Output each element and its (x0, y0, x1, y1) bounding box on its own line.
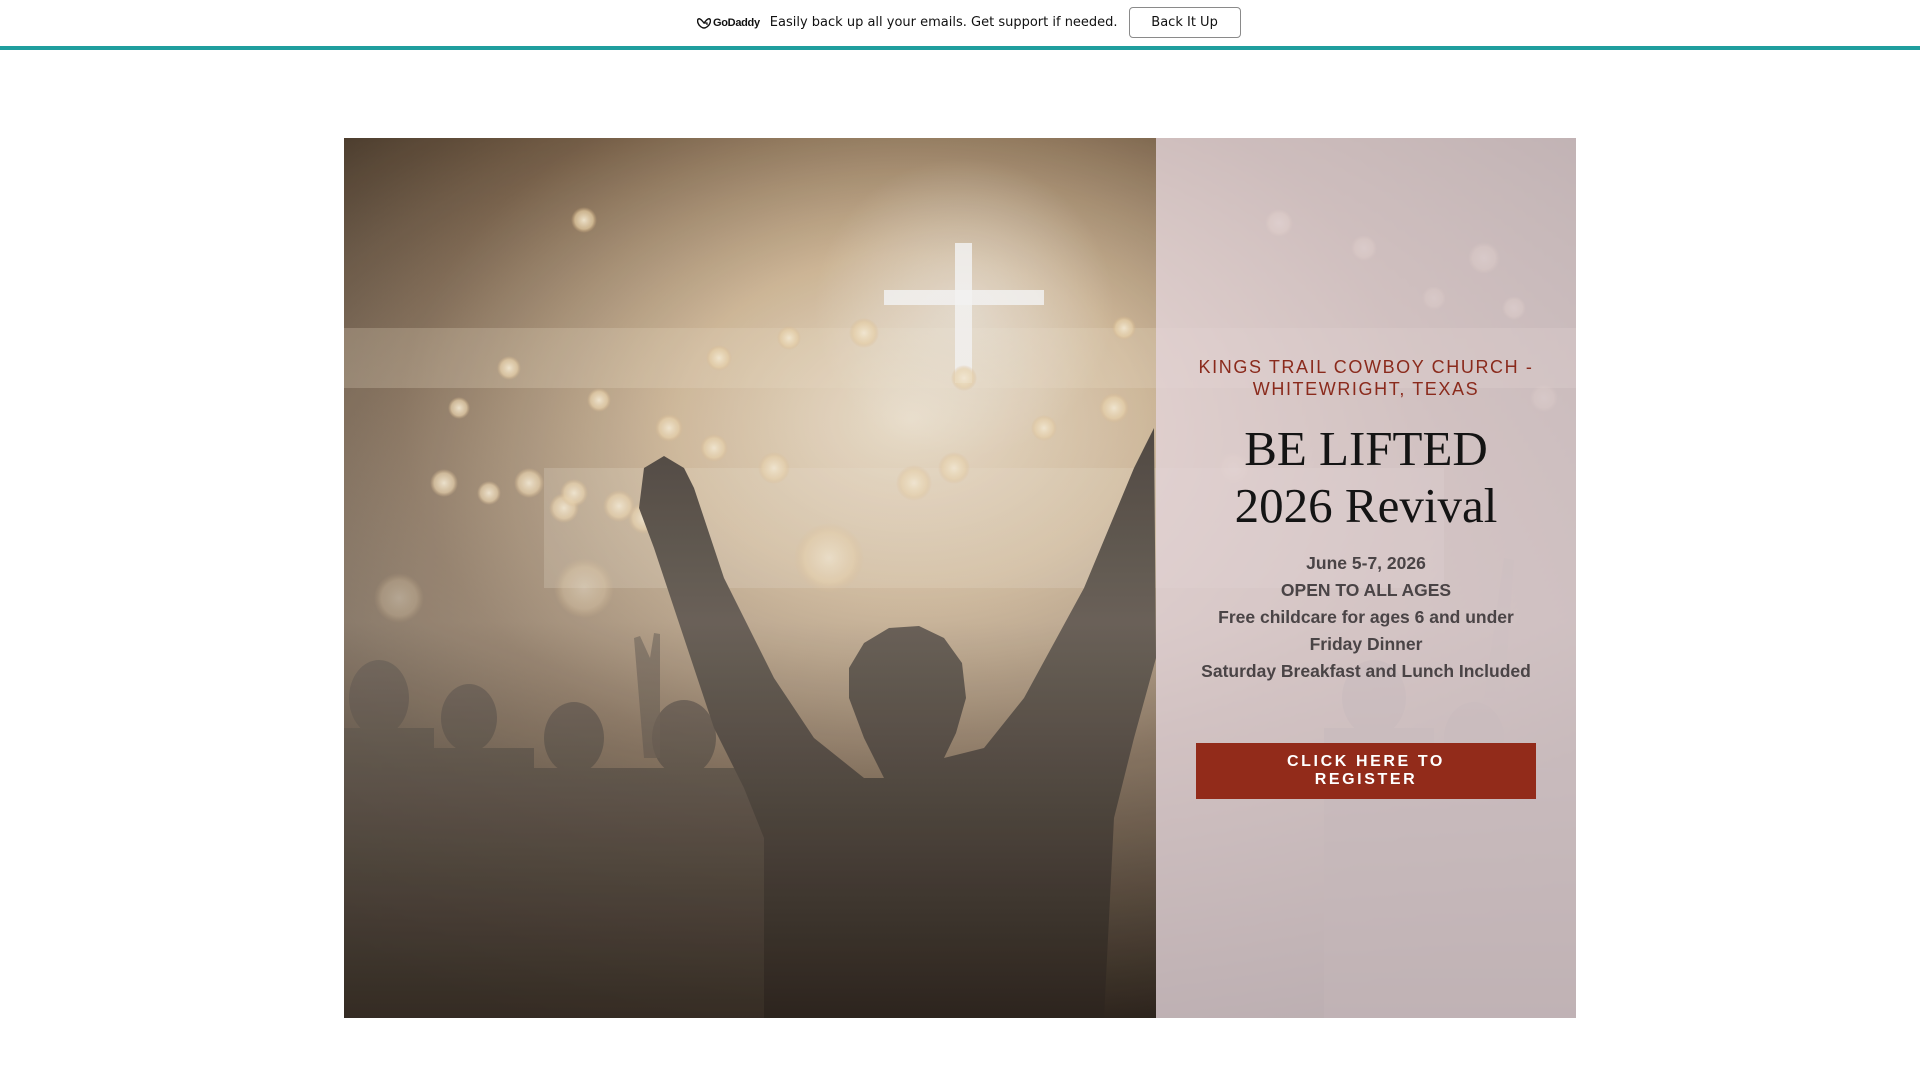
event-info-panel: KINGS TRAIL COWBOY CHURCH - WHITEWRIGHT,… (1156, 138, 1576, 1018)
event-date: June 5-7, 2026 (1306, 553, 1426, 573)
godaddy-logo[interactable]: GoDaddy (697, 17, 760, 29)
event-details: June 5-7, 2026 OPEN TO ALL AGES Free chi… (1166, 550, 1566, 685)
hero-section: KINGS TRAIL COWBOY CHURCH - WHITEWRIGHT,… (344, 138, 1576, 1018)
event-title-line2: 2026 Revival (1234, 478, 1498, 533)
promo-banner: GoDaddy Easily back up all your emails. … (0, 0, 1920, 50)
register-button[interactable]: CLICK HERE TO REGISTER (1196, 743, 1536, 799)
back-it-up-button[interactable]: Back It Up (1128, 7, 1241, 38)
event-audience: OPEN TO ALL AGES (1280, 580, 1452, 600)
event-title-line1: BE LIFTED (1244, 421, 1488, 476)
church-name: KINGS TRAIL COWBOY CHURCH - WHITEWRIGHT,… (1198, 357, 1534, 399)
event-saturday-meals: Saturday Breakfast and Lunch Included (1201, 661, 1531, 681)
event-childcare: Free childcare for ages 6 and under (1218, 607, 1514, 627)
event-title: BE LIFTED 2026 Revival (1166, 420, 1566, 534)
godaddy-logo-text: GoDaddy (713, 16, 760, 29)
promo-message: Easily back up all your emails. Get supp… (769, 15, 1118, 30)
event-friday-dinner: Friday Dinner (1309, 634, 1423, 654)
promo-banner-content: GoDaddy Easily back up all your emails. … (697, 6, 1241, 39)
godaddy-icon (697, 17, 711, 29)
